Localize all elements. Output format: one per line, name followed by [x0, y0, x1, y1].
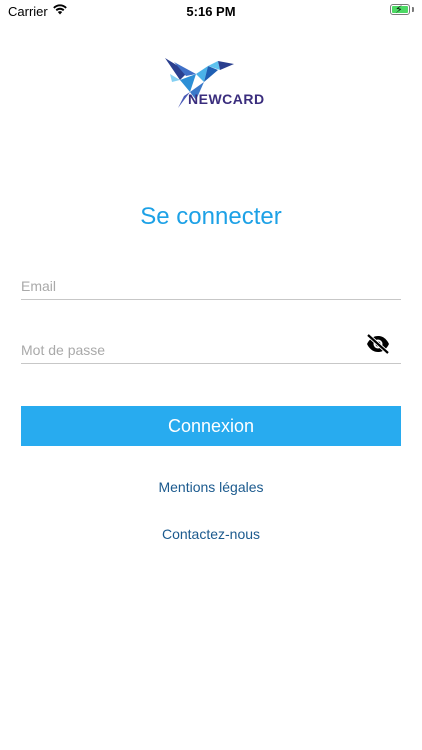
legal-notice-link[interactable]: Mentions légales	[0, 479, 422, 495]
email-field[interactable]	[21, 275, 351, 297]
password-field[interactable]	[21, 339, 351, 361]
email-field-container	[21, 275, 401, 300]
clock: 5:16 PM	[186, 4, 236, 19]
password-field-container	[21, 333, 401, 364]
brand-logo-text: NEWCARD	[188, 91, 265, 107]
login-button[interactable]: Connexion	[21, 406, 401, 446]
battery-charging-icon: ⚡	[390, 4, 414, 16]
eye-off-icon[interactable]	[365, 333, 391, 355]
status-bar: Carrier 5:16 PM ⚡	[0, 0, 422, 24]
contact-us-link[interactable]: Contactez-nous	[0, 526, 422, 542]
page-title: Se connecter	[140, 203, 282, 230]
